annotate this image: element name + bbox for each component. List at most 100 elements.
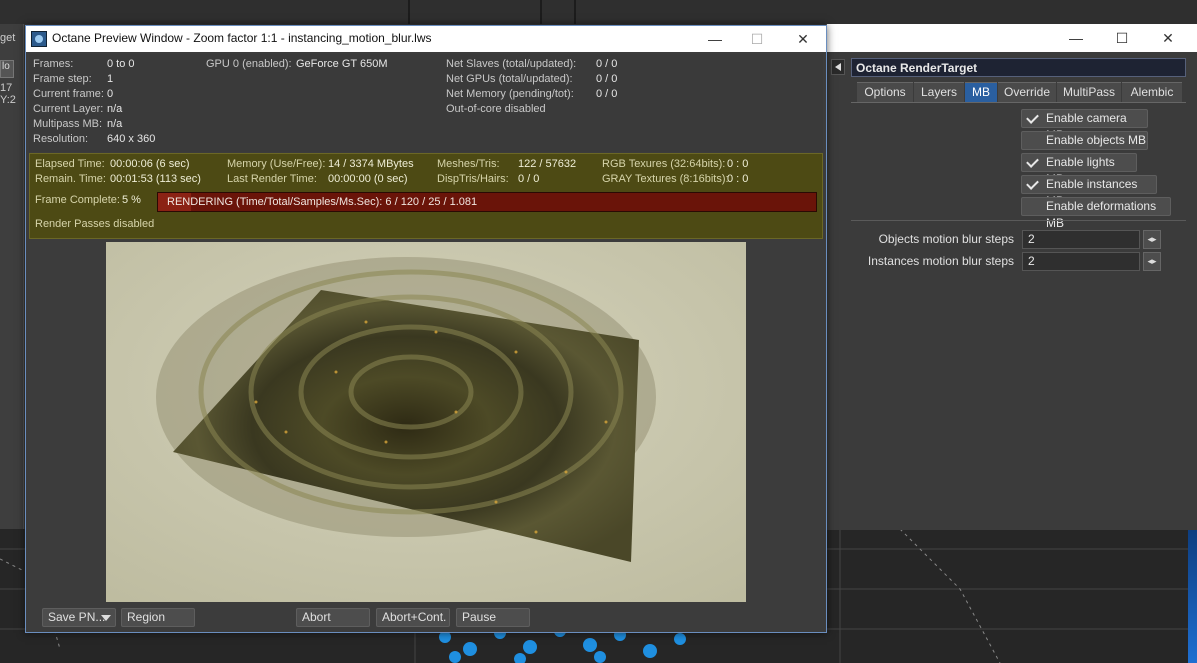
- rgb-textures-value: 0 : 0: [727, 158, 749, 170]
- memory-label: Memory (Use/Free):: [227, 158, 326, 170]
- render-target-window: — ☐ ✕ Octane RenderTarget Options Layers…: [826, 24, 1197, 530]
- preview-button-bar: Save PN... Region Abort Abort+Cont. Paus…: [26, 606, 826, 632]
- tab-alembic[interactable]: Alembic: [1122, 82, 1182, 102]
- render-progress-bar: RENDERING (Time/Total/Samples/Ms.Sec): 6…: [157, 192, 817, 212]
- abort-button[interactable]: Abort: [296, 608, 370, 627]
- spin-arrows-icon[interactable]: ◂▸: [1143, 230, 1161, 249]
- abort-continue-button[interactable]: Abort+Cont.: [376, 608, 450, 627]
- net-slaves-label: Net Slaves (total/updated):: [446, 58, 577, 70]
- checkbox-enable-deformations-mb[interactable]: Enable deformations MB: [1021, 197, 1171, 230]
- multipass-value: n/a: [107, 118, 123, 130]
- frames-label: Frames:: [33, 58, 74, 70]
- elapsed-time-label: Elapsed Time:: [35, 158, 105, 170]
- background-top-strip: [0, 0, 1197, 24]
- gpu-value: GeForce GT 650M: [296, 58, 388, 70]
- elapsed-time-value: 00:00:06 (6 sec): [110, 158, 190, 170]
- gray-textures-value: 0 : 0: [727, 173, 749, 185]
- instances-mb-steps-input[interactable]: 2: [1022, 252, 1140, 271]
- checkbox-empty-icon: [1025, 199, 1040, 214]
- out-of-core-status: Out-of-core disabled: [446, 103, 546, 115]
- meshes-value: 122 / 57632: [518, 158, 577, 170]
- last-render-label: Last Render Time:: [227, 173, 317, 185]
- background-button[interactable]: lo: [0, 60, 14, 78]
- objects-mb-steps-input[interactable]: 2: [1022, 230, 1140, 249]
- current-frame-label: Current frame:: [33, 88, 104, 100]
- render-target-header: Octane RenderTarget: [827, 54, 1197, 80]
- tab-layers[interactable]: Layers: [914, 82, 964, 102]
- octane-preview-window: Octane Preview Window - Zoom factor 1:1 …: [25, 25, 827, 633]
- checkbox-label: Enable deformations MB: [1046, 199, 1157, 230]
- current-layer-value: n/a: [107, 103, 123, 115]
- render-preview-image[interactable]: [106, 242, 746, 602]
- tab-multipass[interactable]: MultiPass: [1057, 82, 1121, 102]
- background-label-target: get: [0, 32, 16, 44]
- net-slaves-value: 0 / 0: [596, 58, 618, 70]
- checkbox-enable-objects-mb[interactable]: Enable objects MB: [1021, 131, 1148, 150]
- tab-separator: [851, 102, 1186, 103]
- disptris-label: DispTris/Hairs:: [437, 173, 509, 185]
- net-gpus-value: 0 / 0: [596, 73, 618, 85]
- preview-titlebar[interactable]: Octane Preview Window - Zoom factor 1:1 …: [26, 26, 826, 52]
- render-stats-panel: Elapsed Time: 00:00:06 (6 sec) Remain. T…: [29, 153, 823, 239]
- chevron-down-icon: [101, 615, 111, 621]
- checkbox-empty-icon: [1025, 133, 1040, 148]
- current-frame-value: 0: [107, 88, 114, 100]
- maximize-icon[interactable]: ☐: [742, 29, 772, 49]
- memory-value: 14 / 3374 MBytes: [328, 158, 414, 170]
- frames-value: 0 to 0: [107, 58, 135, 70]
- render-passes-status: Render Passes disabled: [35, 218, 155, 230]
- net-memory-label: Net Memory (pending/tot):: [446, 88, 574, 100]
- disptris-value: 0 / 0: [518, 173, 540, 185]
- preview-window-title: Octane Preview Window - Zoom factor 1:1 …: [52, 31, 432, 45]
- close-icon[interactable]: ✕: [1153, 28, 1183, 48]
- desktop-wallpaper-edge: [1188, 520, 1197, 663]
- tab-override[interactable]: Override: [998, 82, 1056, 102]
- frame-complete-label: Frame Complete:: [35, 194, 120, 206]
- net-memory-value: 0 / 0: [596, 88, 618, 100]
- gray-textures-label: GRAY Textures (8:16bits):: [602, 173, 729, 185]
- render-target-title: Octane RenderTarget: [851, 58, 1186, 77]
- multipass-label: Multipass MB:: [33, 118, 103, 130]
- rgb-textures-label: RGB Texures (32:64bits):: [602, 158, 726, 170]
- spin-arrows-icon[interactable]: ◂▸: [1143, 252, 1161, 271]
- save-png-dropdown[interactable]: Save PN...: [42, 608, 116, 627]
- checkmark-icon: [1025, 111, 1040, 126]
- instances-mb-steps-label: Instances motion blur steps: [867, 254, 1014, 268]
- region-button[interactable]: Region: [121, 608, 195, 627]
- meshes-label: Meshes/Tris:: [437, 158, 500, 170]
- checkmark-icon: [1025, 155, 1040, 170]
- minimize-icon[interactable]: —: [700, 29, 730, 49]
- maximize-icon[interactable]: ☐: [1107, 28, 1137, 48]
- section-divider: [851, 220, 1186, 221]
- checkbox-enable-camera-mb[interactable]: Enable camera MB: [1021, 109, 1148, 142]
- checkbox-enable-instances-mb[interactable]: Enable instances MB: [1021, 175, 1157, 208]
- minimize-icon[interactable]: —: [1061, 28, 1091, 48]
- close-icon[interactable]: ✕: [788, 29, 818, 49]
- objects-mb-steps-label: Objects motion blur steps: [878, 232, 1014, 246]
- render-info-panel: Frames: 0 to 0 Frame step: 1 Current fra…: [29, 54, 823, 152]
- current-layer-label: Current Layer:: [33, 103, 104, 115]
- frame-step-value: 1: [107, 73, 114, 85]
- resolution-value: 640 x 360: [107, 133, 156, 145]
- tab-mb[interactable]: MB: [965, 82, 997, 102]
- last-render-value: 00:00:00 (0 sec): [328, 173, 408, 185]
- tab-options[interactable]: Options: [857, 82, 913, 102]
- frame-step-label: Frame step:: [33, 73, 92, 85]
- net-gpus-label: Net GPUs (total/updated):: [446, 73, 573, 85]
- remaining-time-value: 00:01:53 (113 sec): [110, 173, 201, 185]
- collapse-arrow-icon[interactable]: [831, 59, 845, 75]
- render-progress-text: RENDERING (Time/Total/Samples/Ms.Sec): 6…: [167, 196, 478, 208]
- checkmark-icon: [1025, 177, 1040, 192]
- frame-complete-value: 5 %: [122, 194, 141, 206]
- save-button-label: Save PN...: [48, 610, 106, 624]
- pause-button[interactable]: Pause: [456, 608, 530, 627]
- render-image-canvas: [106, 242, 746, 602]
- background-left-panel: get lo 17 Y:2: [0, 24, 24, 529]
- resolution-label: Resolution:: [33, 133, 89, 145]
- checkbox-label: Enable objects MB: [1046, 133, 1147, 147]
- remaining-time-label: Remain. Time:: [35, 173, 106, 185]
- background-coord-label: 17 Y:2: [0, 82, 16, 106]
- checkbox-enable-lights-mb[interactable]: Enable lights MB: [1021, 153, 1137, 186]
- render-target-titlebar[interactable]: — ☐ ✕: [827, 24, 1197, 52]
- octane-app-icon: [31, 31, 47, 47]
